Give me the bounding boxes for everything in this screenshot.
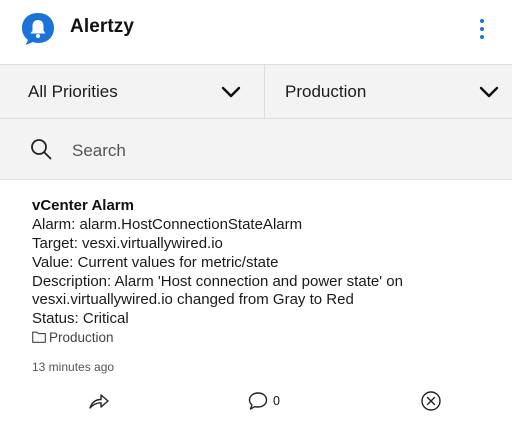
alert-detail-alarm: Alarm: alarm.HostConnectionStateAlarm	[32, 216, 303, 233]
comments-button[interactable]: 0	[247, 389, 280, 413]
share-icon	[89, 394, 109, 409]
more-vertical-icon-dot	[480, 27, 484, 31]
app-header: Alertzy	[0, 0, 512, 64]
alert-card[interactable]: vCenter Alarm Alarm: alarm.HostConnectio…	[0, 181, 512, 429]
alert-detail-description: Description: Alarm 'Host connection and …	[32, 273, 403, 290]
priority-filter-label: All Priorities	[28, 82, 118, 101]
dismiss-alert-button[interactable]	[420, 389, 442, 413]
search-input[interactable]	[70, 137, 494, 165]
chevron-down-icon	[479, 86, 499, 98]
environment-filter-dropdown[interactable]: Production	[265, 65, 512, 118]
chat-bell-icon	[22, 13, 54, 45]
alert-detail-description-cont: vesxi.virtuallywired.io changed from Gra…	[32, 291, 354, 308]
alert-actions: 0	[0, 387, 512, 417]
alert-detail-value: Value: Current values for metric/state	[32, 254, 279, 271]
more-menu-button[interactable]	[474, 15, 490, 43]
folder-icon	[32, 331, 46, 343]
comment-count: 0	[273, 394, 280, 408]
close-circle-icon	[421, 391, 441, 411]
search-bar	[0, 119, 512, 180]
share-button[interactable]	[88, 389, 110, 413]
chevron-down-icon	[221, 86, 241, 98]
priority-filter-dropdown[interactable]: All Priorities	[0, 65, 265, 118]
alert-group-label: Production	[49, 329, 114, 345]
alert-group-tag[interactable]: Production	[32, 329, 114, 345]
search-icon	[31, 139, 52, 160]
alert-detail-target: Target: vesxi.virtuallywired.io	[32, 235, 223, 252]
environment-filter-label: Production	[285, 82, 367, 101]
alert-title: vCenter Alarm	[32, 197, 134, 214]
alert-timestamp: 13 minutes ago	[32, 360, 115, 374]
more-vertical-icon	[480, 19, 484, 23]
app-title: Alertzy	[70, 16, 135, 37]
filter-bar: All Priorities Production	[0, 64, 512, 119]
comment-icon	[248, 392, 268, 410]
more-vertical-icon-dot	[480, 35, 484, 39]
alert-detail-status: Status: Critical	[32, 310, 129, 327]
app-root: Alertzy All Priorities Production Search…	[0, 0, 512, 429]
